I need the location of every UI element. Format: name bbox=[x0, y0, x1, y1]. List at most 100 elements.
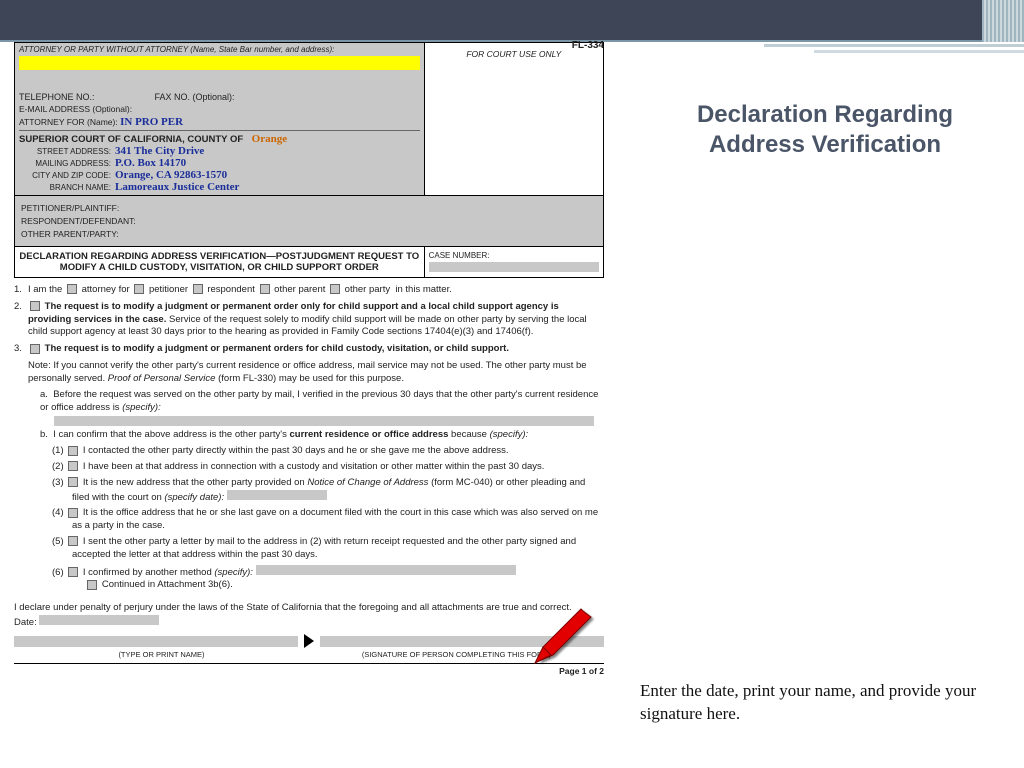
specify3: (specify): bbox=[214, 567, 253, 578]
slide-title-2: Address Verification bbox=[709, 131, 941, 158]
sub3-form: Notice of Change of Address bbox=[307, 477, 428, 488]
note-end: (form FL-330) may be used for this purpo… bbox=[215, 373, 404, 384]
case-number-section: CASE NUMBER: bbox=[424, 247, 603, 277]
item3b: b. I can confirm that the above address … bbox=[40, 429, 604, 442]
city-label: CITY AND ZIP CODE: bbox=[19, 171, 111, 180]
checkbox[interactable] bbox=[68, 567, 78, 577]
street-value: 341 The City Drive bbox=[115, 145, 204, 157]
date-label: Date: bbox=[14, 617, 37, 628]
signature-row bbox=[14, 634, 604, 648]
form-header-box: ATTORNEY OR PARTY WITHOUT ATTORNEY (Name… bbox=[14, 42, 604, 196]
sub1: (1) I contacted the other party directly… bbox=[52, 445, 604, 458]
sub3: (3) It is the new address that the other… bbox=[52, 477, 604, 505]
checkbox[interactable] bbox=[193, 284, 203, 294]
in-pro-per-value: IN PRO PER bbox=[120, 116, 183, 128]
sub5: (5) I sent the other party a letter by m… bbox=[52, 536, 604, 562]
slide-title-1: Declaration Regarding bbox=[697, 101, 953, 128]
other-parent-label: OTHER PARENT/PARTY: bbox=[21, 229, 431, 239]
checkbox[interactable] bbox=[260, 284, 270, 294]
method-field bbox=[256, 565, 516, 575]
slide-title-panel: Declaration Regarding Address Verificati… bbox=[640, 100, 1010, 160]
date-field bbox=[227, 490, 327, 500]
attorney-for-label: ATTORNEY FOR (Name): bbox=[19, 117, 118, 127]
court-title: SUPERIOR COURT OF CALIFORNIA, COUNTY OF bbox=[19, 134, 243, 145]
county-value: Orange bbox=[252, 133, 287, 145]
name-caption: (TYPE OR PRINT NAME) bbox=[14, 650, 309, 659]
court-use-only: FOR COURT USE ONLY bbox=[424, 43, 603, 195]
checkbox[interactable] bbox=[30, 301, 40, 311]
red-arrow-icon bbox=[525, 605, 595, 665]
court-section: SUPERIOR COURT OF CALIFORNIA, COUNTY OF … bbox=[19, 130, 420, 193]
attorney-section: ATTORNEY OR PARTY WITHOUT ATTORNEY (Name… bbox=[15, 43, 424, 195]
city-value: Orange, CA 92863-1570 bbox=[115, 169, 227, 181]
checkbox[interactable] bbox=[87, 580, 97, 590]
instruction-note: Enter the date, print your name, and pro… bbox=[640, 680, 1000, 726]
checkbox[interactable] bbox=[30, 344, 40, 354]
mail-label: MAILING ADDRESS: bbox=[19, 159, 111, 168]
name-line bbox=[14, 636, 298, 647]
sub4-text: It is the office address that he or she … bbox=[72, 507, 598, 531]
checkbox[interactable] bbox=[68, 536, 78, 546]
email-label: E-MAIL ADDRESS (Optional): bbox=[19, 104, 420, 114]
accent-line-2 bbox=[814, 50, 1024, 53]
title-box: DECLARATION REGARDING ADDRESS VERIFICATI… bbox=[14, 247, 604, 278]
accent-line bbox=[764, 44, 1024, 47]
attorney-highlight bbox=[19, 56, 420, 70]
opt-other-party: other party bbox=[345, 284, 390, 295]
item3b-because: because bbox=[448, 429, 489, 440]
slide-top-bar bbox=[0, 0, 1024, 42]
specify-label: (specify): bbox=[122, 402, 161, 413]
page-footer: Page 1 of 2 bbox=[14, 663, 604, 676]
sub4: (4) It is the office address that he or … bbox=[52, 507, 604, 533]
checkbox[interactable] bbox=[330, 284, 340, 294]
note-form: Proof of Personal Service bbox=[108, 373, 216, 384]
checkbox[interactable] bbox=[68, 446, 78, 456]
accent-stripes bbox=[982, 0, 1024, 42]
checkbox[interactable] bbox=[68, 508, 78, 518]
triangle-icon bbox=[304, 634, 314, 648]
checkbox[interactable] bbox=[68, 461, 78, 471]
checkbox[interactable] bbox=[134, 284, 144, 294]
branch-label: BRANCH NAME: bbox=[19, 183, 111, 192]
item3b-bold: current residence or office address bbox=[289, 429, 448, 440]
mail-value: P.O. Box 14170 bbox=[115, 157, 186, 169]
sub2-text: I have been at that address in connectio… bbox=[83, 461, 545, 472]
item3-note: Note: If you cannot verify the other par… bbox=[28, 360, 604, 386]
form-number: FL-334 bbox=[572, 40, 604, 51]
checkbox[interactable] bbox=[68, 477, 78, 487]
item1-intro: I am the bbox=[28, 284, 62, 295]
checkbox[interactable] bbox=[67, 284, 77, 294]
sub3-text: It is the new address that the other par… bbox=[83, 477, 307, 488]
fax-label: FAX NO. (Optional): bbox=[155, 92, 235, 102]
item3-bold: The request is to modify a judgment or p… bbox=[45, 343, 509, 354]
item3a: a. Before the request was served on the … bbox=[40, 389, 604, 415]
sub2: (2) I have been at that address in conne… bbox=[52, 461, 604, 474]
item1-end: in this matter. bbox=[395, 284, 452, 295]
parties-box: PETITIONER/PLAINTIFF: RESPONDENT/DEFENDA… bbox=[14, 196, 604, 247]
telephone-label: TELEPHONE NO.: bbox=[19, 92, 95, 102]
case-number-label: CASE NUMBER: bbox=[429, 251, 490, 260]
sub6: (6) I confirmed by another method (speci… bbox=[52, 565, 604, 593]
item3b-text: I can confirm that the above address is … bbox=[53, 429, 289, 440]
opt-attorney: attorney for bbox=[82, 284, 130, 295]
document-title: DECLARATION REGARDING ADDRESS VERIFICATI… bbox=[15, 247, 424, 277]
sub3-date: (specify date): bbox=[164, 492, 224, 503]
declaration-text: I declare under penalty of perjury under… bbox=[14, 602, 604, 613]
opt-other-parent: other parent bbox=[274, 284, 325, 295]
petitioner-label: PETITIONER/PLAINTIFF: bbox=[21, 203, 431, 213]
form-body: 1. I am the attorney for petitioner resp… bbox=[14, 284, 604, 592]
sub1-text: I contacted the other party directly wit… bbox=[83, 445, 509, 456]
form-document: FL-334 ATTORNEY OR PARTY WITHOUT ATTORNE… bbox=[14, 42, 604, 676]
opt-respondent: respondent bbox=[207, 284, 255, 295]
date-value-field bbox=[39, 615, 159, 625]
specify-label2: (specify): bbox=[490, 429, 529, 440]
address-field bbox=[54, 416, 594, 426]
sub5-text: I sent the other party a letter by mail … bbox=[72, 536, 576, 560]
respondent-label: RESPONDENT/DEFENDANT: bbox=[21, 216, 431, 226]
branch-value: Lamoreaux Justice Center bbox=[115, 181, 239, 193]
sub6-attach: Continued in Attachment 3b(6). bbox=[102, 579, 233, 590]
case-number-field bbox=[429, 262, 599, 272]
street-label: STREET ADDRESS: bbox=[19, 147, 111, 156]
opt-petitioner: petitioner bbox=[149, 284, 188, 295]
sub6-text: I confirmed by another method bbox=[83, 567, 215, 578]
